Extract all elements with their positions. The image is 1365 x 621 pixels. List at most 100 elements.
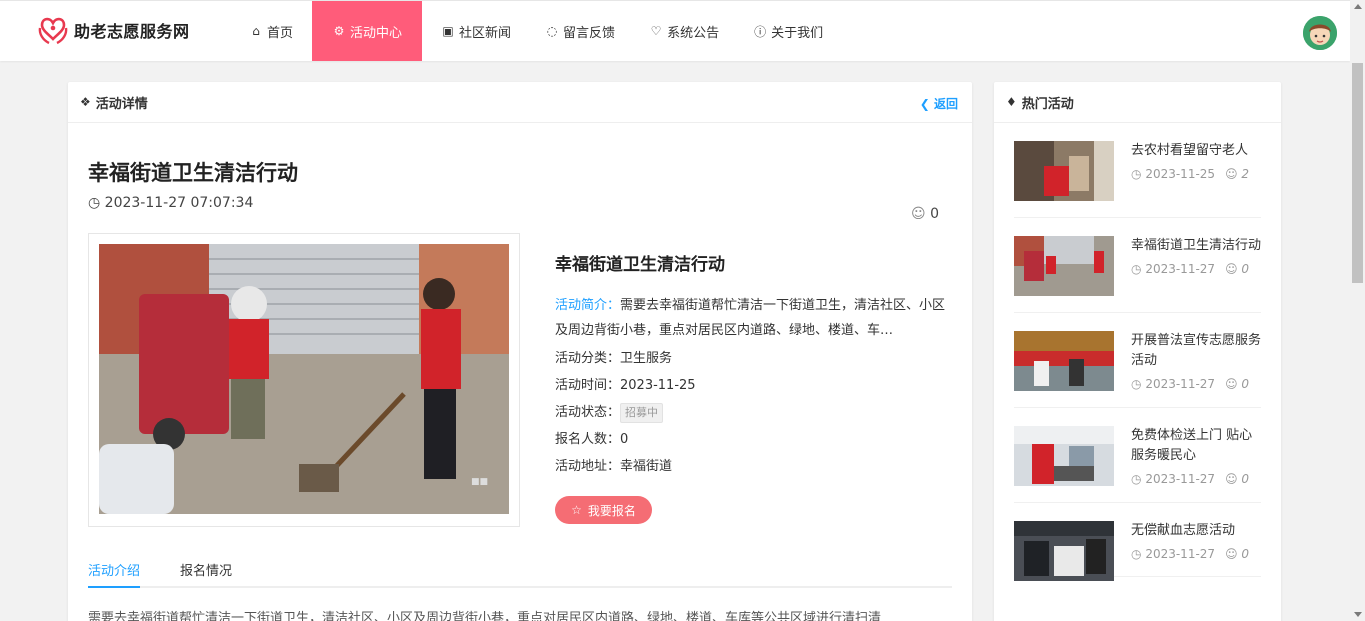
detail-card-title: 活动详情 [95, 96, 148, 112]
nav-about-label: 关于我们 [771, 25, 824, 41]
arrow-left-icon: ❮ [919, 97, 930, 111]
hot-card-header: ♦ 热门活动 [994, 82, 1281, 123]
hot-item[interactable]: 开展普法宣传志愿服务活动 ◷ 2023-11-27 ☺ 0 [1014, 313, 1261, 408]
info-icon: ⓘ [754, 24, 767, 39]
clock-icon: ◷ [1131, 167, 1142, 181]
back-link[interactable]: ❮ 返回 [920, 95, 958, 112]
scroll-up-arrow-icon[interactable] [1354, 4, 1362, 9]
status-badge: 招募中 [620, 403, 664, 423]
scroll-down-arrow-icon[interactable] [1354, 612, 1362, 617]
hot-item-meta: ◷ 2023-11-27 ☺ 0 [1131, 547, 1261, 561]
nav-about[interactable]: ⓘ 关于我们 [738, 1, 838, 61]
detail-tabs: 活动介绍 报名情况 [88, 550, 952, 588]
hot-item[interactable]: 免费体检送上门 贴心服务暖民心 ◷ 2023-11-27 ☺ 0 [1014, 408, 1261, 503]
scrollbar-thumb[interactable] [1352, 63, 1363, 283]
elderly-visit-photo [1014, 141, 1114, 201]
user-icon: ☺ [1225, 472, 1238, 486]
avatar-image [1303, 16, 1337, 50]
hot-item-meta: ◷ 2023-11-27 ☺ 0 [1131, 262, 1261, 276]
nav-activity-center[interactable]: ⚙ 活动中心 [312, 1, 423, 61]
clock-icon: ◷ [1131, 547, 1142, 561]
main-nav: ⌂ 首页 ⚙ 活动中心 ▣ 社区新闻 ◌ 留言反馈 ♡ 系统公告 ⓘ 关于我们 [234, 1, 842, 61]
user-icon: ☺ [1225, 167, 1238, 181]
publish-datetime: ◷ 2023-11-27 07:07:34 [88, 195, 253, 211]
blood-donation-photo [1014, 521, 1114, 581]
count-value: 0 [620, 432, 629, 447]
hot-item-title[interactable]: 无偿献血志愿活动 [1131, 521, 1261, 541]
street-cleaning-photo: ■■ [99, 244, 509, 514]
hot-item[interactable]: 无偿献血志愿活动 ◷ 2023-11-27 ☺ 0 [1014, 503, 1261, 581]
signup-button[interactable]: ☆ 我要报名 [555, 496, 652, 524]
hot-item-meta: ◷ 2023-11-27 ☺ 0 [1131, 377, 1261, 391]
category-value: 卫生服务 [620, 351, 673, 366]
hot-item-date: 2023-11-25 [1145, 167, 1216, 181]
hot-item-thumbnail[interactable] [1014, 331, 1114, 391]
hot-item-date: 2023-11-27 [1145, 547, 1216, 561]
info-intro: 活动简介：需要去幸福街道帮忙清洁一下街道卫生，清洁社区、小区及周边背街小巷，重点… [555, 293, 955, 343]
hot-item-title[interactable]: 免费体检送上门 贴心服务暖民心 [1131, 426, 1261, 466]
hot-item-body: 开展普法宣传志愿服务活动 ◷ 2023-11-27 ☺ 0 [1131, 331, 1261, 397]
hot-item-title[interactable]: 去农村看望留守老人 [1131, 141, 1261, 161]
info-category: 活动分类：卫生服务 [555, 345, 955, 372]
hot-item-thumbnail[interactable] [1014, 141, 1114, 201]
nav-feedback[interactable]: ◌ 留言反馈 [530, 1, 630, 61]
legal-promotion-photo [1014, 331, 1114, 391]
participant-count-value: 0 [930, 206, 939, 222]
clock-icon: ◷ [1131, 377, 1142, 391]
info-title: 幸福街道卫生清洁行动 [555, 255, 725, 275]
address-label: 活动地址： [555, 459, 621, 474]
user-avatar[interactable] [1303, 16, 1337, 50]
nav-home[interactable]: ⌂ 首页 [234, 1, 308, 61]
hot-item-thumbnail[interactable] [1014, 236, 1114, 296]
gear-icon: ⚙ [333, 24, 345, 38]
back-label: 返回 [933, 97, 958, 111]
time-value: 2023-11-25 [620, 378, 696, 393]
address-value: 幸福街道 [620, 459, 673, 474]
hot-item-count-value: 0 [1241, 472, 1250, 486]
activity-description: 需要去幸福街道帮忙清洁一下街道卫生，清洁社区、小区及周边背街小巷，重点对居民区内… [88, 611, 882, 621]
category-label: 活动分类： [555, 351, 621, 366]
hot-item-count-value: 0 [1241, 547, 1250, 561]
user-icon: ☺ [1225, 547, 1238, 561]
hot-item-meta: ◷ 2023-11-27 ☺ 0 [1131, 472, 1261, 486]
heart-hands-logo-icon [38, 17, 68, 45]
user-icon: ☺ [1225, 262, 1238, 276]
hot-item-count: ☺ 2 [1225, 167, 1249, 181]
hot-card-title: 热门活动 [1021, 96, 1074, 112]
bell-icon: ♡ [650, 24, 662, 38]
hot-item-date: 2023-11-27 [1145, 262, 1216, 276]
hot-item-title[interactable]: 开展普法宣传志愿服务活动 [1131, 331, 1261, 371]
clock-icon: ◷ [88, 195, 101, 211]
fire-icon: ♦ [1006, 95, 1017, 109]
info-address: 活动地址：幸福街道 [555, 453, 955, 480]
hot-item-count: ☺ 0 [1225, 377, 1249, 391]
time-label: 活动时间： [555, 378, 621, 393]
activity-info-panel: 幸福街道卫生清洁行动 活动简介：需要去幸福街道帮忙清洁一下街道卫生，清洁社区、小… [555, 250, 955, 480]
top-navbar: 助老志愿服务网 ⌂ 首页 ⚙ 活动中心 ▣ 社区新闻 ◌ 留言反馈 ♡ 系统公告… [0, 0, 1350, 61]
info-count: 报名人数：0 [555, 426, 955, 453]
hot-item-thumbnail[interactable] [1014, 426, 1114, 486]
nav-community-news[interactable]: ▣ 社区新闻 [426, 1, 526, 61]
intro-label: 活动简介： [555, 298, 621, 313]
hot-item-count-value: 2 [1241, 167, 1250, 181]
hot-item[interactable]: 幸福街道卫生清洁行动 ◷ 2023-11-27 ☺ 0 [1014, 218, 1261, 313]
hot-item-body: 幸福街道卫生清洁行动 ◷ 2023-11-27 ☺ 0 [1131, 236, 1261, 302]
page-scrollbar[interactable] [1350, 0, 1365, 621]
chat-icon: ◌ [546, 24, 558, 38]
tab-activity-intro[interactable]: 活动介绍 [88, 550, 141, 588]
detail-card-header: ❖ 活动详情 ❮ 返回 [68, 82, 972, 123]
participant-count: ☺ 0 [911, 206, 939, 222]
hot-item-body: 去农村看望留守老人 ◷ 2023-11-25 ☺ 2 [1131, 141, 1261, 207]
tab-signup-status[interactable]: 报名情况 [180, 550, 232, 588]
site-logo[interactable]: 助老志愿服务网 [38, 14, 190, 46]
health-check-photo [1014, 426, 1114, 486]
hot-item-body: 免费体检送上门 贴心服务暖民心 ◷ 2023-11-27 ☺ 0 [1131, 426, 1261, 492]
news-icon: ▣ [442, 24, 454, 38]
nav-announcement[interactable]: ♡ 系统公告 [634, 1, 734, 61]
hot-item-date: 2023-11-27 [1145, 377, 1216, 391]
hot-item-thumbnail[interactable] [1014, 521, 1114, 581]
hot-item[interactable]: 去农村看望留守老人 ◷ 2023-11-25 ☺ 2 [1014, 123, 1261, 218]
nav-home-label: 首页 [267, 25, 294, 41]
info-time: 活动时间：2023-11-25 [555, 372, 955, 399]
hot-item-title[interactable]: 幸福街道卫生清洁行动 [1131, 236, 1261, 256]
